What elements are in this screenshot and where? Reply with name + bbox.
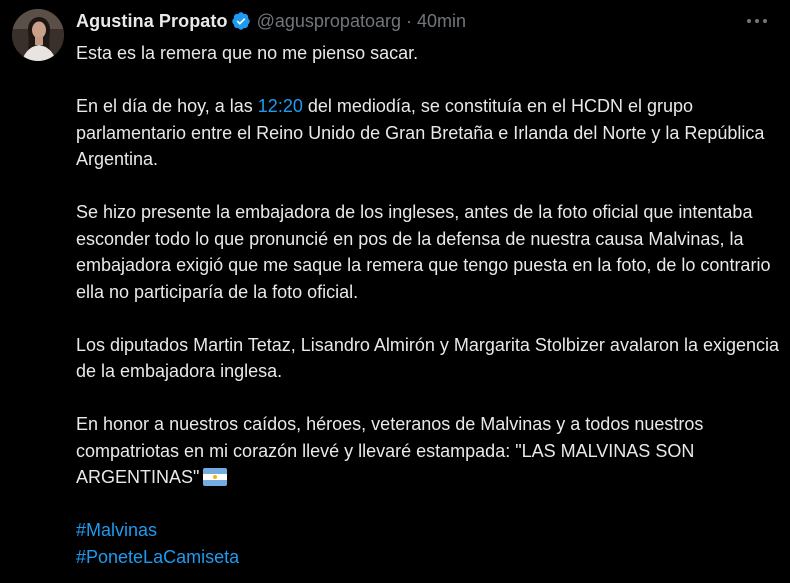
hashtag-malvinas[interactable]: #Malvinas bbox=[76, 517, 781, 544]
verified-badge-icon bbox=[231, 12, 250, 30]
tweet[interactable]: Agustina Propato @aguspropatoarg · 40min… bbox=[0, 0, 790, 583]
paragraph-5-text: En honor a nuestros caídos, héroes, vete… bbox=[76, 414, 704, 487]
author-handle[interactable]: @aguspropatoarg bbox=[257, 11, 401, 32]
hashtag-ponetelacamiseta[interactable]: #PoneteLaCamiseta bbox=[76, 544, 781, 571]
more-options-icon[interactable] bbox=[742, 8, 772, 34]
paragraph-3: Se hizo presente la embajadora de los in… bbox=[76, 202, 771, 302]
time-link[interactable]: 12:20 bbox=[258, 96, 303, 116]
paragraph-1: Esta es la remera que no me pienso sacar… bbox=[76, 43, 419, 63]
timestamp[interactable]: 40min bbox=[417, 11, 466, 32]
paragraph-2: En el día de hoy, a las 12:20 del mediod… bbox=[76, 93, 781, 173]
paragraph-5: En honor a nuestros caídos, héroes, vete… bbox=[76, 411, 781, 491]
tweet-header: Agustina Propato @aguspropatoarg · 40min bbox=[76, 8, 466, 34]
tweet-text: Esta es la remera que no me pienso sacar… bbox=[76, 40, 781, 570]
author-name[interactable]: Agustina Propato bbox=[76, 11, 228, 32]
argentina-flag-icon bbox=[203, 468, 228, 486]
hashtag-link[interactable]: #PoneteLaCamiseta bbox=[76, 547, 239, 567]
separator-dot: · bbox=[405, 10, 412, 31]
avatar[interactable] bbox=[12, 9, 64, 61]
hashtag-link[interactable]: #Malvinas bbox=[76, 520, 157, 540]
paragraph-4: Los diputados Martin Tetaz, Lisandro Alm… bbox=[76, 334, 780, 382]
paragraph-2-start: En el día de hoy, a las bbox=[76, 96, 258, 116]
